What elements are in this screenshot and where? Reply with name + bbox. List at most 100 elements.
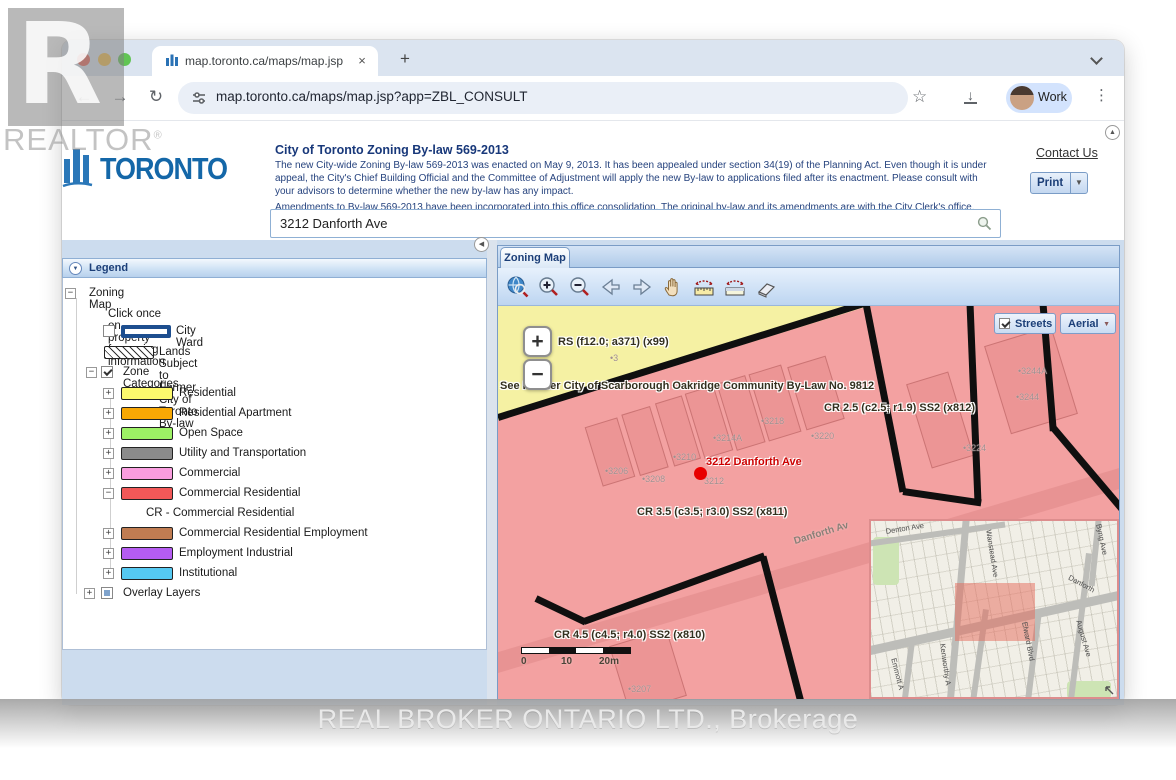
tab-search-chevron-icon[interactable] bbox=[1090, 52, 1102, 64]
inset-street-label: Wanstead Ave bbox=[984, 529, 1000, 578]
city-ward-swatch bbox=[121, 325, 171, 338]
zone-category-row[interactable]: −Commercial Residential bbox=[63, 484, 488, 504]
realtor-logo-watermark: R bbox=[8, 8, 124, 126]
tree-item-overlay-layers[interactable]: + Overlay Layers bbox=[63, 584, 488, 604]
expand-box-icon[interactable]: − bbox=[103, 488, 114, 499]
parcel-number-label: •3220 bbox=[811, 431, 834, 441]
zone-categories-checkbox[interactable] bbox=[101, 366, 113, 378]
parcel-number-label: •3 bbox=[610, 353, 618, 363]
zone-category-row[interactable]: + Commercial Residential Employment bbox=[63, 524, 488, 544]
zone-category-label: Open Space bbox=[179, 427, 243, 439]
aerial-dropdown-icon: ▼ bbox=[1103, 321, 1110, 328]
pan-hand-icon[interactable] bbox=[661, 275, 685, 299]
tab-zoning-map[interactable]: Zoning Map bbox=[500, 247, 570, 268]
collapse-box-icon[interactable]: − bbox=[65, 288, 76, 299]
expand-box-icon[interactable]: + bbox=[103, 528, 114, 539]
panels-area: ▼ Legend − Zoning Map Click once on prop… bbox=[62, 240, 1124, 705]
zone-color-swatch bbox=[121, 427, 173, 440]
zone-label: CR 2.5 (c2.5; r1.9) SS2 (x812) bbox=[824, 402, 975, 414]
reload-icon[interactable]: ↻ bbox=[144, 87, 168, 107]
parcel-number-label: •3206 bbox=[605, 466, 628, 476]
browser-menu-icon[interactable]: ⋮ bbox=[1094, 86, 1109, 104]
new-tab-button[interactable]: + bbox=[394, 48, 416, 70]
tab-close-icon[interactable]: × bbox=[354, 53, 370, 69]
panel-splitter[interactable] bbox=[487, 240, 497, 705]
zone-subcategory-row[interactable]: CR - Commercial Residential bbox=[63, 504, 488, 524]
previous-extent-icon[interactable] bbox=[599, 275, 623, 299]
address-search bbox=[270, 209, 1001, 238]
zone-label: RS (f12.0; a371) (x99) bbox=[558, 336, 669, 348]
zone-category-list: +Residential+Residential Apartment+Open … bbox=[63, 384, 488, 604]
zone-category-row[interactable]: +Residential bbox=[63, 384, 488, 404]
legend-panel: ▼ Legend − Zoning Map Click once on prop… bbox=[62, 258, 487, 650]
legend-tree: − Zoning Map Click once on property for … bbox=[62, 278, 487, 650]
address-search-input[interactable] bbox=[270, 209, 1001, 238]
zoom-in-icon[interactable] bbox=[537, 275, 561, 299]
expand-box-icon[interactable]: + bbox=[103, 388, 114, 399]
overlay-layers-checkbox[interactable] bbox=[101, 587, 113, 599]
zone-category-label: Utility and Transportation bbox=[179, 447, 306, 459]
page-title: City of Toronto Zoning By-law 569-2013 bbox=[275, 143, 999, 157]
zone-category-row[interactable]: + Commercial bbox=[63, 464, 488, 484]
city-ward-checkbox[interactable] bbox=[103, 325, 115, 337]
bookmark-star-icon[interactable]: ☆ bbox=[912, 87, 927, 107]
parcel-number-label: 3212 bbox=[704, 476, 724, 486]
contact-us-link[interactable]: Contact Us bbox=[1036, 146, 1098, 160]
measure-area-icon[interactable] bbox=[723, 275, 747, 299]
address-bar[interactable]: map.toronto.ca/maps/map.jsp?app=ZBL_CONS… bbox=[178, 82, 908, 114]
streets-checkbox[interactable] bbox=[999, 318, 1010, 329]
expand-box-icon[interactable]: + bbox=[103, 568, 114, 579]
zone-color-swatch bbox=[121, 527, 173, 540]
realtor-word-watermark: REALTOR® bbox=[3, 122, 163, 158]
expand-box-icon[interactable]: + bbox=[103, 428, 114, 439]
zoom-full-extent-icon[interactable] bbox=[506, 275, 530, 299]
expand-box-icon[interactable]: + bbox=[103, 448, 114, 459]
collapse-left-panel-button[interactable]: ◀ bbox=[474, 237, 489, 252]
overlay-layers-label: Overlay Layers bbox=[123, 587, 200, 599]
collapse-header-button[interactable]: ▲ bbox=[1105, 125, 1120, 140]
legend-header[interactable]: ▼ Legend bbox=[62, 258, 487, 278]
zone-category-row[interactable]: + Institutional bbox=[63, 564, 488, 584]
inset-street-label: Emmott A bbox=[889, 657, 906, 691]
map-zoom-out-button[interactable]: − bbox=[523, 359, 552, 390]
profile-chip[interactable]: Work bbox=[1006, 83, 1072, 113]
search-icon[interactable] bbox=[977, 216, 992, 236]
streets-toggle[interactable]: Streets bbox=[994, 313, 1056, 334]
print-button[interactable]: Print ▼ bbox=[1030, 172, 1088, 194]
zone-category-label: Commercial bbox=[179, 467, 240, 479]
expand-box-icon[interactable]: + bbox=[103, 468, 114, 479]
zone-label: CR 3.5 (c3.5; r3.0) SS2 (x811) bbox=[637, 506, 787, 518]
zone-category-row[interactable]: +Employment Industrial bbox=[63, 544, 488, 564]
map-toolbar bbox=[498, 268, 1119, 306]
inset-resize-icon[interactable] bbox=[1103, 683, 1115, 695]
zone-category-row[interactable]: + Open Space bbox=[63, 424, 488, 444]
browser-tab[interactable]: map.toronto.ca/maps/map.jsp × bbox=[152, 46, 378, 76]
downloads-icon[interactable]: ↓ bbox=[962, 87, 980, 105]
zone-label: CR 4.5 (c4.5; r4.0) SS2 (x810) bbox=[554, 629, 705, 641]
eraser-icon[interactable] bbox=[754, 275, 778, 299]
next-extent-icon[interactable] bbox=[630, 275, 654, 299]
expand-box-icon[interactable]: + bbox=[84, 588, 95, 599]
legend-collapse-icon[interactable]: ▼ bbox=[69, 262, 82, 275]
measure-distance-icon[interactable] bbox=[692, 275, 716, 299]
scale-bar bbox=[521, 647, 631, 654]
zone-category-label: Residential Apartment bbox=[179, 407, 292, 419]
zoom-out-icon[interactable] bbox=[568, 275, 592, 299]
overview-inset-map[interactable]: Denton AveWanstead AveByng AveDanforthEl… bbox=[869, 519, 1119, 699]
print-dropdown-icon[interactable]: ▼ bbox=[1070, 173, 1087, 193]
expand-box-icon[interactable]: + bbox=[103, 408, 114, 419]
collapse-box-icon[interactable]: − bbox=[86, 367, 97, 378]
tab-strip: map.toronto.ca/maps/map.jsp × + bbox=[62, 40, 1124, 76]
map-viewport[interactable]: RS (f12.0; a371) (x99)See Former City of… bbox=[498, 306, 1119, 699]
expand-box-icon[interactable]: + bbox=[103, 548, 114, 559]
zone-boundary-line bbox=[863, 306, 907, 493]
site-settings-icon[interactable] bbox=[191, 90, 207, 111]
zone-category-row[interactable]: + Utility and Transportation bbox=[63, 444, 488, 464]
tab-title: map.toronto.ca/maps/map.jsp bbox=[185, 54, 345, 68]
map-zoom-in-button[interactable]: + bbox=[523, 326, 552, 357]
zone-color-swatch bbox=[121, 547, 173, 560]
aerial-dropdown[interactable]: Aerial ▼ bbox=[1060, 313, 1116, 334]
zone-category-label: Institutional bbox=[179, 567, 237, 579]
zone-category-label: Commercial Residential Employment bbox=[179, 527, 368, 539]
zone-category-row[interactable]: + Residential Apartment bbox=[63, 404, 488, 424]
